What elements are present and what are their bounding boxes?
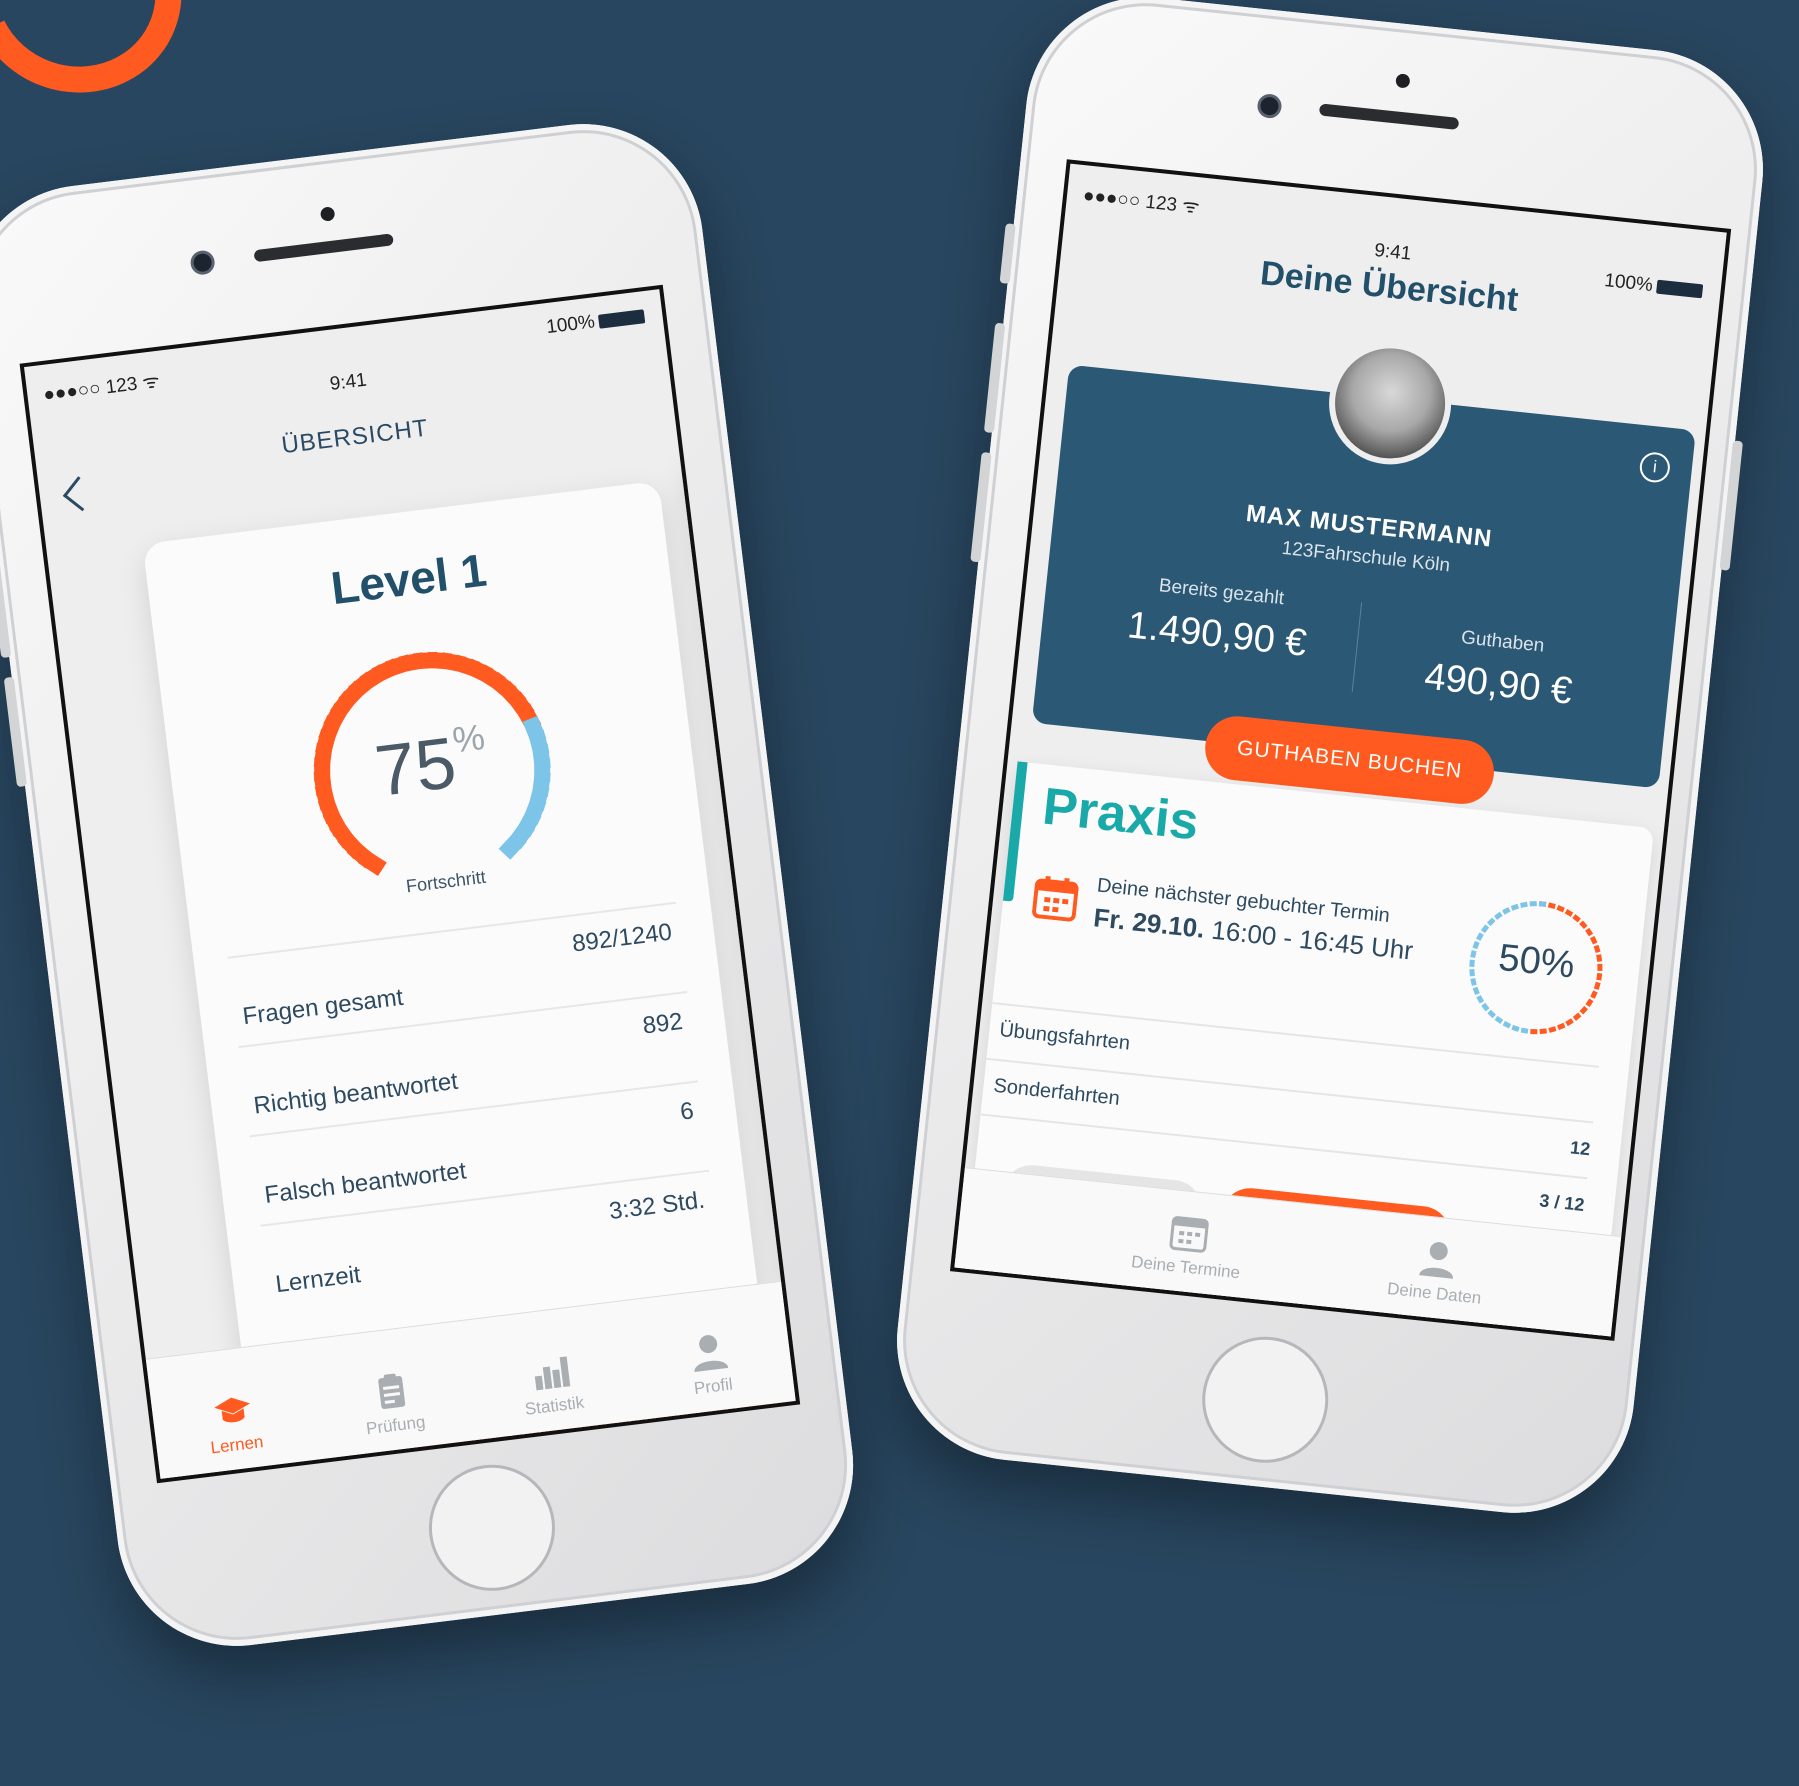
tab-label: Profil	[692, 1374, 734, 1399]
item-label: Übungsfahrten	[998, 1019, 1132, 1055]
stat-label: Fragen gesamt	[241, 983, 405, 1031]
brand-logo-mark	[0, 0, 211, 123]
person-icon	[694, 1335, 729, 1372]
ring-segment-remaining	[1494, 911, 1503, 920]
battery-percent: 100%	[545, 311, 597, 339]
front-camera	[1256, 92, 1283, 120]
ring-segment-filled	[1548, 1026, 1557, 1033]
stat-value: 6	[678, 1097, 696, 1126]
ring-segment-filled	[1572, 1012, 1582, 1021]
ring-segment-filled	[1572, 914, 1581, 923]
front-camera	[189, 249, 216, 277]
tab-deine-termine[interactable]: Deine Termine	[1095, 1205, 1281, 1287]
ring-segment-remaining	[1502, 1020, 1512, 1029]
stat-label: Lernzeit	[274, 1261, 363, 1299]
stat-value: 892/1240	[570, 918, 674, 958]
ring-segment-filled	[1589, 936, 1598, 945]
ring-segment-filled	[1565, 1018, 1574, 1027]
proximity-sensor	[319, 206, 336, 222]
tab-label: Statistik	[523, 1392, 586, 1419]
ring-segment-filled	[1590, 990, 1598, 999]
battery-icon	[597, 309, 646, 329]
ring-segment-remaining	[1538, 901, 1547, 907]
ring-segment-filled	[1579, 920, 1588, 930]
right-screen: ●●●○○ 123 ᯤ 9:41 100% Deine Übersicht i …	[949, 159, 1732, 1341]
tab-label: Lernen	[209, 1432, 265, 1458]
ring-segment-filled	[1585, 998, 1594, 1008]
ring-segment-remaining	[1502, 907, 1511, 915]
ring-segment-remaining	[1520, 901, 1528, 908]
calendar-icon	[1032, 875, 1079, 922]
level-title: Level 1	[328, 543, 490, 615]
right-phone: ●●●○○ 123 ᯤ 9:41 100% Deine Übersicht i …	[885, 0, 1775, 1525]
ring-segment-remaining	[1472, 986, 1480, 996]
ring-segment-remaining	[1470, 977, 1477, 986]
ring-segment-filled	[1530, 1029, 1538, 1035]
battery-indicator: 100%	[545, 305, 646, 339]
ring-segment-remaining	[1487, 1009, 1496, 1019]
ring-segment-remaining	[1486, 917, 1496, 927]
praxis-accent-bar	[1002, 761, 1028, 902]
home-button[interactable]	[421, 1457, 563, 1599]
clipboard-icon	[378, 1373, 406, 1410]
ring-segment-filled	[1557, 1022, 1566, 1031]
item-value: 3 / 12	[1538, 1190, 1586, 1215]
person-icon	[1419, 1242, 1453, 1279]
stat-value: 892	[641, 1007, 685, 1040]
tab-label: Deine Daten	[1386, 1278, 1483, 1308]
proximity-sensor	[1395, 73, 1411, 89]
ring-segment-remaining	[1529, 901, 1537, 907]
praxis-title: Praxis	[1040, 777, 1202, 852]
stat-value: 3:32 Std.	[607, 1186, 707, 1226]
ring-segment-filled	[1585, 927, 1594, 937]
paid-stat: Bereits gezahlt 1.490,90 €	[1100, 570, 1337, 669]
praxis-progress-ring: 50%	[1453, 885, 1618, 1050]
left-screen: ●●●○○ 123 ᯤ 9:41 100% ÜBERSICHT Level 1 …	[19, 284, 801, 1484]
stat-divider	[1351, 602, 1363, 693]
ring-segment-remaining	[1481, 1002, 1490, 1012]
left-phone: ●●●○○ 123 ᯤ 9:41 100% ÜBERSICHT Level 1 …	[0, 110, 867, 1660]
tab-profil[interactable]: Profil	[637, 1325, 784, 1406]
ring-segment-filled	[1539, 1028, 1547, 1035]
ring-segment-remaining	[1476, 995, 1485, 1004]
progress-gauge: 75% Fortschritt	[287, 626, 577, 916]
ring-segment-remaining	[1511, 1024, 1520, 1032]
ring-segment-filled	[1547, 902, 1556, 909]
earpiece-speaker	[1318, 103, 1460, 130]
graduation-cap-icon	[214, 1397, 250, 1423]
tab-label: Deine Termine	[1130, 1252, 1242, 1283]
earpiece-speaker	[253, 233, 394, 263]
ring-segment-remaining	[1510, 903, 1520, 911]
volume-up-button	[0, 547, 12, 659]
stats-list: Fragen gesamt 892/1240 Richtig beantwort…	[227, 901, 720, 1315]
ring-segment-remaining	[1520, 1027, 1529, 1034]
appointment-date: Fr. 29.10.	[1092, 902, 1207, 944]
volume-down-button	[970, 451, 992, 563]
home-button[interactable]	[1196, 1330, 1335, 1470]
item-value: 12	[1569, 1137, 1592, 1160]
volume-down-button	[3, 676, 28, 788]
tab-lernen[interactable]: Lernen	[161, 1383, 308, 1464]
ring-segment-filled	[1564, 908, 1574, 917]
mute-switch	[999, 223, 1016, 284]
power-button	[1719, 440, 1744, 571]
ring-segment-remaining	[1480, 924, 1490, 934]
volume-up-button	[983, 322, 1006, 434]
credit-stat: Guthaben 490,90 €	[1382, 619, 1619, 718]
tab-label: Prüfung	[365, 1412, 427, 1439]
item-label: Sonderfahrten	[992, 1074, 1121, 1110]
level-card: Level 1 75% Fortschritt Fragen gesamt 89…	[142, 480, 761, 1378]
ring-segment-filled	[1579, 1005, 1588, 1015]
info-icon[interactable]: i	[1638, 450, 1672, 484]
calendar-icon	[1169, 1216, 1209, 1253]
ring-segment-remaining	[1494, 1015, 1504, 1024]
progress-unit: %	[450, 715, 487, 761]
bar-chart-icon	[534, 1356, 571, 1391]
progress-number: 75	[371, 722, 461, 813]
ring-segment-filled	[1556, 905, 1565, 913]
tab-statistik[interactable]: Statistik	[479, 1344, 626, 1425]
tab-deine-daten[interactable]: Deine Daten	[1344, 1231, 1530, 1313]
tab-pruefung[interactable]: Prüfung	[320, 1364, 467, 1445]
